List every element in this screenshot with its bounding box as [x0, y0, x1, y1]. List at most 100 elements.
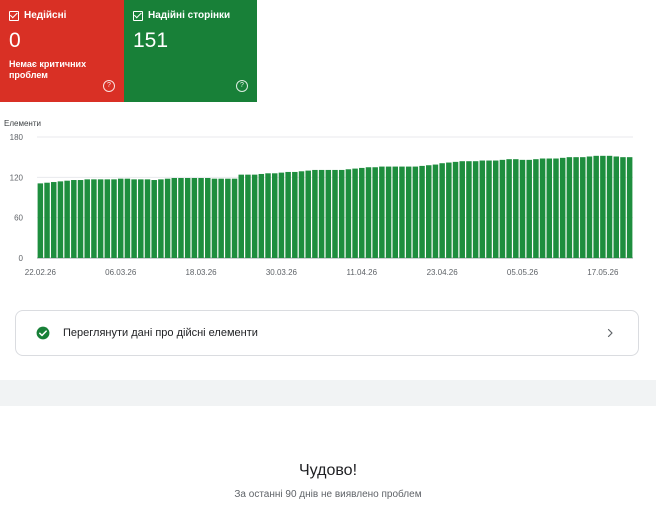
chart-bar [211, 178, 218, 258]
invalid-card-header: Недійсні [9, 10, 115, 21]
card-bottom-edge [0, 366, 656, 380]
chart-bar [426, 165, 432, 258]
view-valid-items-label: Переглянути дані про дійсні елементи [63, 327, 258, 339]
chart-bar [345, 169, 352, 258]
chart-bar [332, 169, 338, 258]
valid-card-header: Надійні сторінки [133, 10, 248, 21]
chart-bar [365, 167, 372, 258]
chart-bar [553, 158, 559, 258]
chart-bar [546, 158, 553, 258]
chart-bar [312, 169, 318, 258]
chart-bar [44, 182, 50, 258]
chart-bar [218, 178, 224, 258]
chart-bar [225, 178, 231, 258]
x-tick-label: 22.02.26 [25, 268, 57, 277]
checkbox-checked-icon[interactable] [9, 10, 19, 21]
chart-bar [573, 157, 579, 258]
view-valid-items-row[interactable]: Переглянути дані про дійсні елементи [15, 310, 639, 356]
chart-bar [37, 183, 44, 258]
chart-bar [539, 158, 546, 258]
chart-bar [399, 166, 405, 258]
help-icon[interactable]: ? [236, 80, 248, 92]
invalid-status-card[interactable]: Недійсні 0 Немає критичних проблем ? [0, 0, 124, 102]
chart-y-axis-title: Елементи [4, 119, 41, 128]
x-tick-label: 30.03.26 [266, 268, 298, 277]
chart-bar [64, 180, 70, 258]
x-tick-label: 06.03.26 [105, 268, 137, 277]
chart-bar [71, 180, 77, 258]
chart-bar [91, 179, 97, 258]
chart-bar [385, 166, 392, 258]
chart-bar [205, 178, 211, 258]
chart-bar [486, 160, 492, 258]
chart-bar [57, 181, 64, 258]
chart-bar [405, 166, 412, 258]
y-tick-label: 60 [14, 214, 23, 223]
chevron-right-icon[interactable] [604, 327, 616, 339]
valid-count: 151 [133, 29, 169, 52]
chart-bar [392, 166, 399, 258]
chart-bar [479, 160, 486, 258]
chart-bar [191, 178, 198, 258]
chart-bar [285, 171, 291, 258]
chart-bar [84, 179, 90, 258]
chart-bar [144, 179, 151, 258]
y-tick-label: 120 [10, 173, 24, 182]
valid-status-card[interactable]: Надійні сторінки 151 ? [124, 0, 257, 102]
chart-bar [533, 159, 539, 258]
chart-bar [164, 178, 171, 258]
chart-bar [606, 155, 613, 258]
chart-bar [298, 171, 305, 258]
check-circle-icon [36, 326, 50, 340]
chart-bar [593, 155, 599, 258]
chart-bar [466, 161, 472, 258]
chart-bar [131, 179, 137, 258]
chart-bar [586, 156, 593, 258]
chart-bar [492, 160, 499, 258]
status-headline: Чудово! [298, 462, 358, 479]
chart-bar [50, 182, 57, 258]
chart-bar [278, 172, 285, 258]
chart-bar [97, 179, 104, 258]
chart-bar [359, 167, 365, 258]
chart-bar [626, 157, 633, 258]
chart-bar [519, 159, 526, 258]
invalid-count: 0 [9, 29, 21, 52]
valid-card-label: Надійні сторінки [148, 10, 231, 21]
chart-bar [305, 170, 311, 258]
chart-bar [446, 162, 452, 258]
chart-bar [124, 178, 131, 258]
chart-bar [111, 179, 117, 258]
x-tick-label: 17.05.26 [587, 268, 619, 277]
help-icon[interactable]: ? [103, 80, 115, 92]
invalid-card-label: Недійсні [24, 10, 67, 21]
chart-bar [104, 179, 111, 258]
chart-bar [506, 159, 512, 258]
chart-bar [258, 173, 265, 258]
y-tick-label: 180 [10, 133, 24, 142]
chart-bar [459, 161, 465, 258]
chart-bar [513, 159, 519, 258]
status-subtext: За останні 90 днів не виявлено проблем [234, 489, 422, 500]
chart-bar [452, 161, 459, 258]
chart-bar [184, 178, 191, 258]
chart-bar [613, 156, 620, 258]
chart-bar [77, 180, 84, 258]
chart-bar [472, 161, 479, 258]
chart-bar [251, 174, 258, 258]
chart-bar [271, 173, 278, 258]
chart-bar [117, 178, 124, 258]
chart-bar [292, 171, 298, 258]
chart-bar [526, 159, 532, 258]
checkbox-checked-icon[interactable] [133, 10, 143, 21]
chart-bar [238, 174, 244, 258]
chart-bar [352, 168, 358, 258]
x-tick-label: 23.04.26 [427, 268, 459, 277]
chart-bar [580, 157, 586, 258]
chart-bar [439, 163, 445, 258]
chart-bar [559, 157, 566, 258]
chart-bar [178, 178, 184, 258]
y-tick-label: 0 [19, 254, 24, 263]
chart-bar [138, 179, 144, 258]
chart-bar [620, 157, 626, 258]
